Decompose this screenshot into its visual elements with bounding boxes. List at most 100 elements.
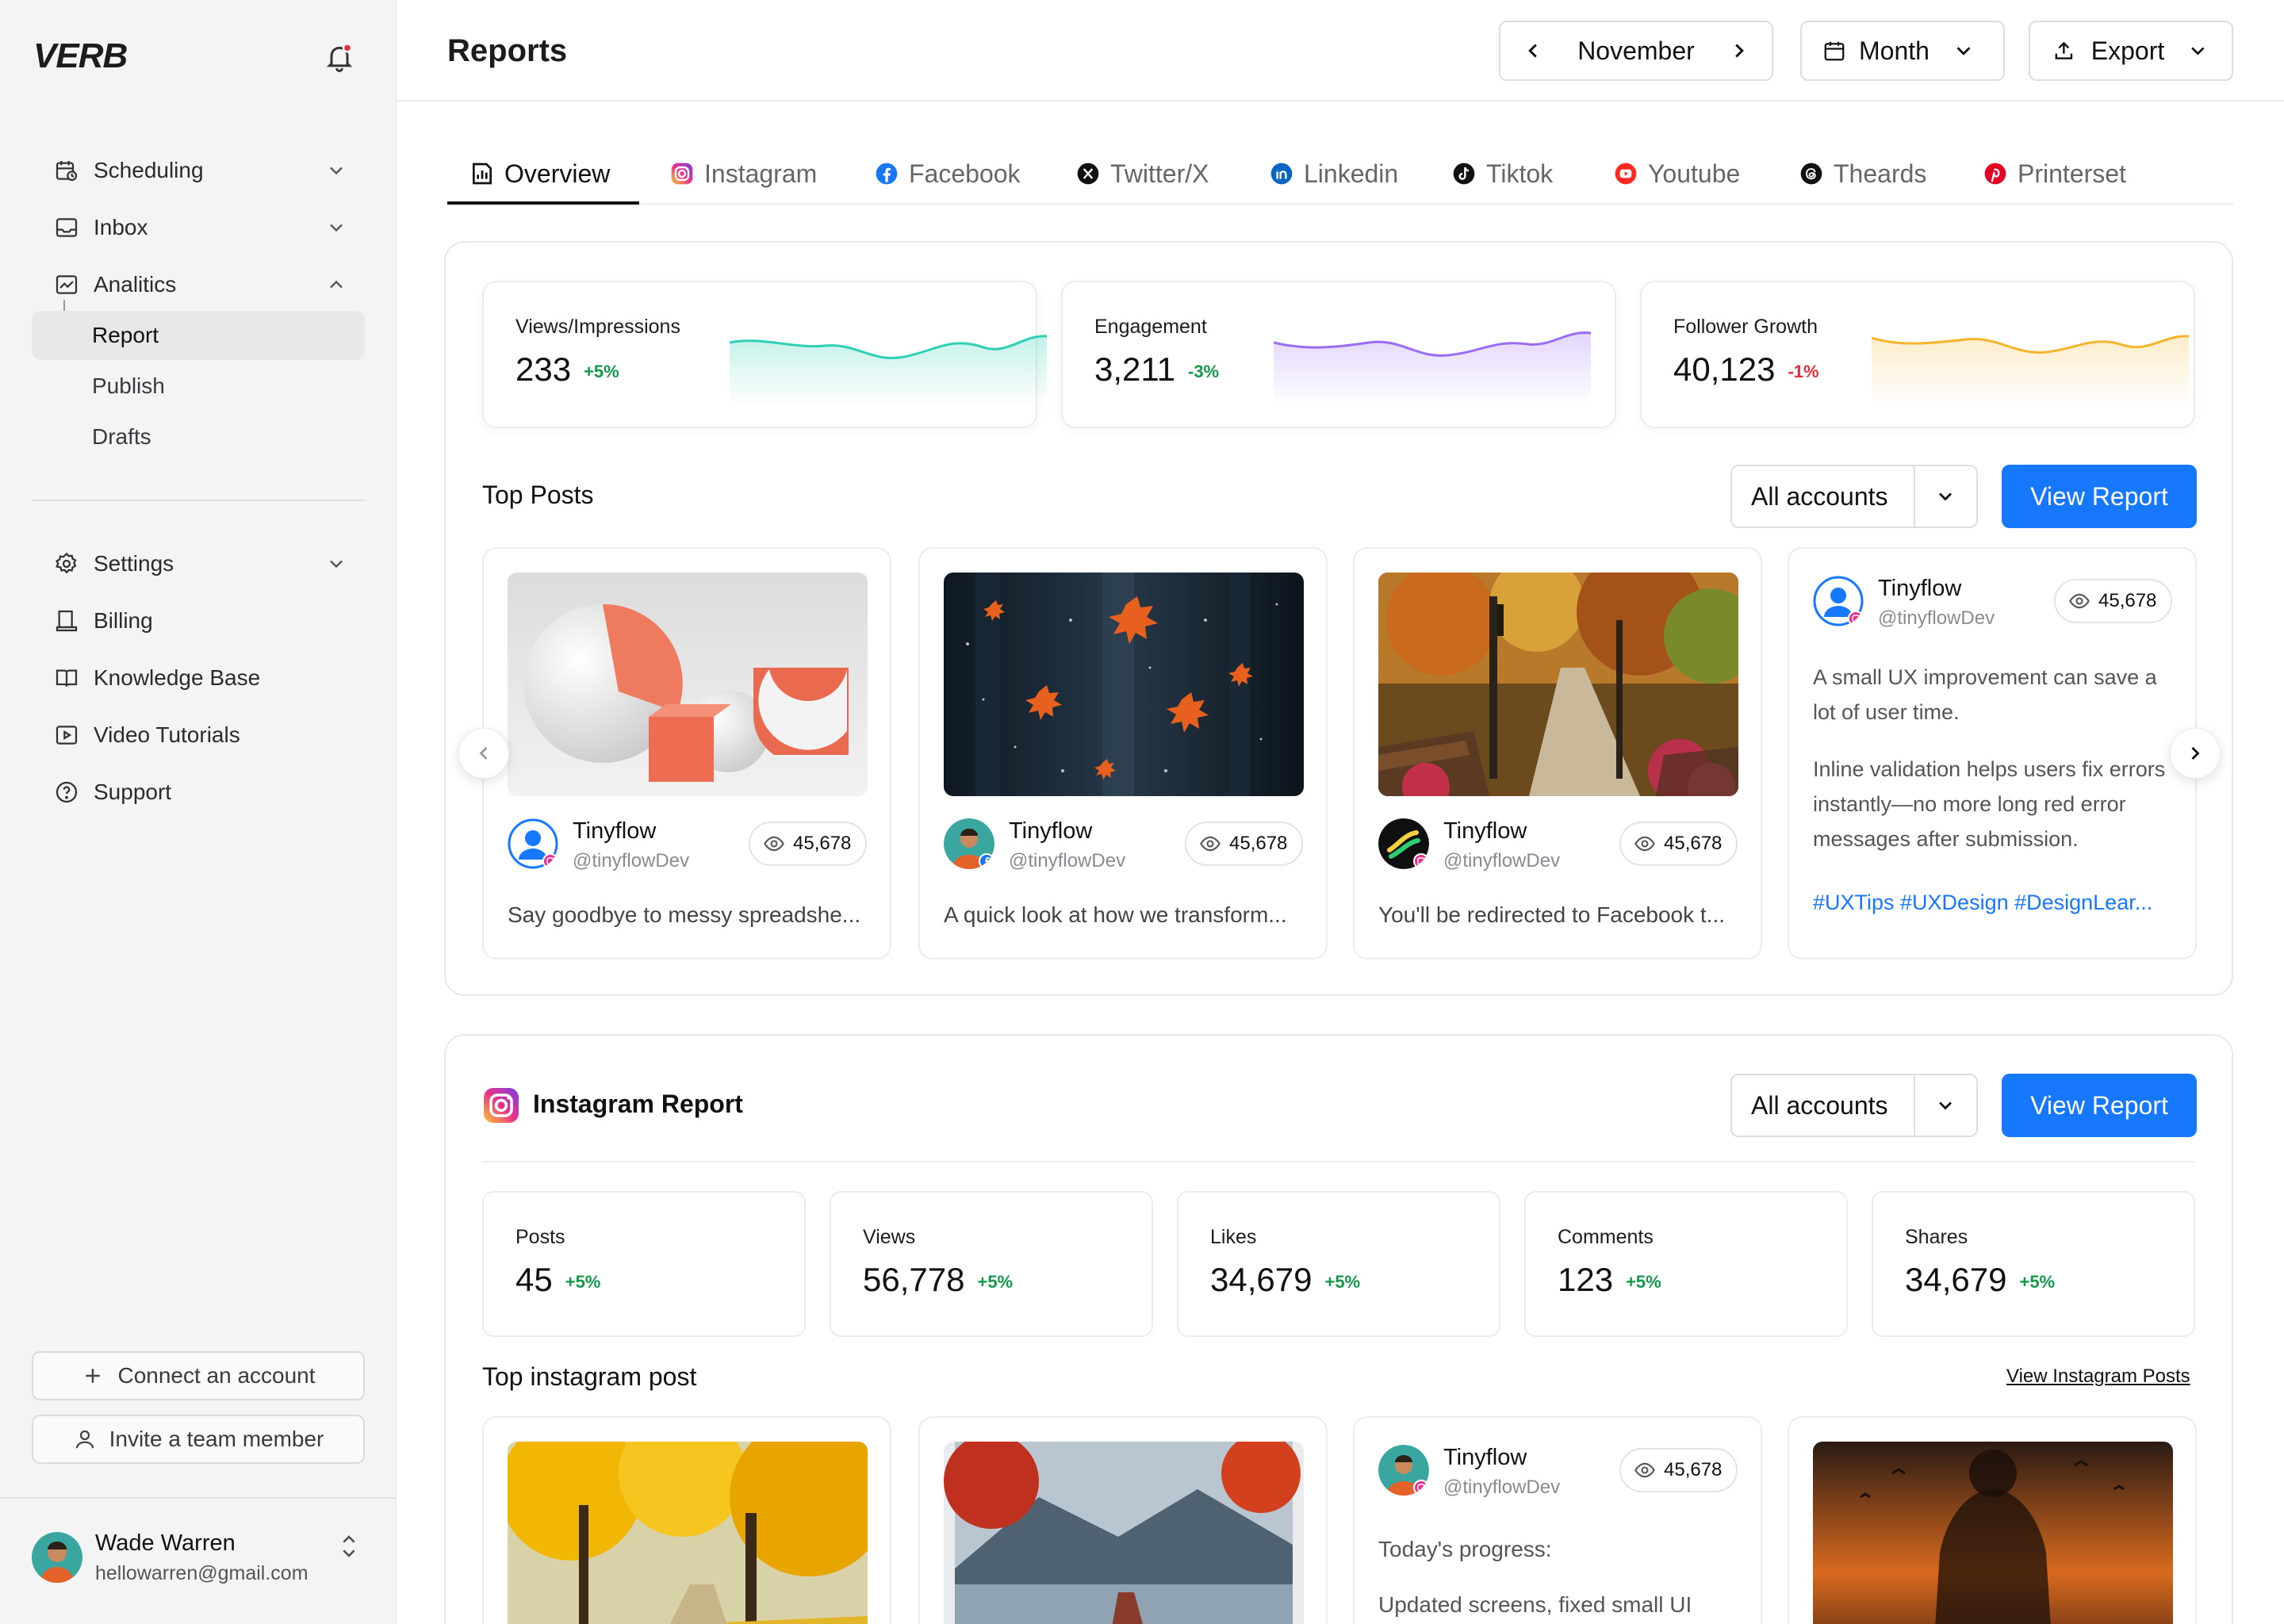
chevron-right-icon[interactable] xyxy=(1727,39,1751,63)
active-tab-indicator xyxy=(447,201,639,205)
views-count-pill: 45,678 xyxy=(1185,822,1304,866)
tab-twitter[interactable]: Twitter/X xyxy=(1075,143,1209,205)
sidebar-sub-report[interactable]: Report xyxy=(32,311,365,360)
views-count: 45,678 xyxy=(1229,833,1288,854)
sidebar-item-label: Scheduling xyxy=(94,158,204,182)
sidebar-item-support[interactable]: Support xyxy=(32,768,365,817)
stat-label: Comments xyxy=(1558,1226,1654,1248)
invite-member-button[interactable]: Invite a team member xyxy=(32,1415,365,1464)
stat-delta: -1% xyxy=(1788,361,1819,381)
sidebar-item-billing[interactable]: Billing xyxy=(32,596,365,645)
help-circle-icon xyxy=(56,781,78,803)
post-handle: @tinyflowDev xyxy=(1009,850,1126,871)
tab-instagram[interactable]: Instagram xyxy=(669,143,817,205)
chart-icon xyxy=(473,163,492,185)
platform-tabs: Overview Instagram Facebook Twitter/X Li… xyxy=(447,143,2233,205)
sidebar-item-inbox[interactable]: Inbox xyxy=(32,203,365,252)
post-image-3d-shapes xyxy=(508,573,868,796)
views-count-pill: 45,678 xyxy=(2054,579,2173,623)
stat-value: 40,123 -1% xyxy=(1673,350,1819,388)
post-author: Tinyflow xyxy=(1878,576,1962,601)
views-count: 45,678 xyxy=(793,833,852,854)
stat-card-posts: Posts 45 +5% xyxy=(482,1191,806,1337)
view-report-button[interactable]: View Report xyxy=(2002,1074,2197,1137)
post-handle: @tinyflowDev xyxy=(1443,1477,1561,1498)
app-logo[interactable]: VERB xyxy=(33,36,128,76)
stat-card-comments: Comments 123 +5% xyxy=(1524,1191,1848,1337)
tab-label: Twitter/X xyxy=(1110,159,1209,188)
tab-threads[interactable]: Theards xyxy=(1799,143,1926,205)
stat-value: 3,211 -3% xyxy=(1094,350,1220,388)
tab-pinterest[interactable]: Printerset xyxy=(1983,143,2126,205)
analytics-chart-icon xyxy=(56,275,78,294)
chevron-down-icon xyxy=(1939,1101,1953,1110)
sidebar-item-video-tutorials[interactable]: Video Tutorials xyxy=(32,710,365,760)
avatar xyxy=(1378,1445,1429,1496)
sidebar-item-knowledge-base[interactable]: Knowledge Base xyxy=(32,653,365,703)
account-filter-label: All accounts xyxy=(1751,481,1888,511)
view-report-button[interactable]: View Report xyxy=(2002,465,2197,528)
tab-overview[interactable]: Overview xyxy=(469,143,610,205)
sidebar-item-label: Knowledge Base xyxy=(94,665,261,690)
tab-linkedin[interactable]: Linkedin xyxy=(1269,143,1398,205)
chevron-left-icon[interactable] xyxy=(1521,39,1545,63)
avatar xyxy=(1378,818,1429,869)
notification-bell-icon[interactable] xyxy=(324,41,355,73)
period-select[interactable]: Month xyxy=(1800,21,2005,81)
views-count-pill: 45,678 xyxy=(1619,1448,1738,1492)
post-card[interactable]: Tinyflow @tinyflowDev 45,678 Say goodbye… xyxy=(482,547,891,959)
x-icon xyxy=(1077,163,1099,185)
post-card[interactable]: Tinyflow @tinyflowDev 45,678 A quick loo… xyxy=(918,547,1328,959)
instagram-icon xyxy=(671,163,693,185)
sidebar-sub-drafts[interactable]: Drafts xyxy=(32,412,365,462)
tab-youtube[interactable]: Youtube xyxy=(1613,143,1740,205)
post-body-text: Inline validation helps users fix errors… xyxy=(1813,757,2166,851)
month-navigator: November xyxy=(1499,21,1773,81)
stat-delta: +5% xyxy=(1626,1271,1661,1292)
post-handle: @tinyflowDev xyxy=(1443,850,1561,871)
sidebar-divider xyxy=(32,500,365,501)
stat-card-engagement: Engagement 3,211 -3% xyxy=(1061,281,1616,428)
account-filter-select[interactable]: All accounts xyxy=(1730,1074,1978,1137)
avatar xyxy=(944,818,994,869)
avatar xyxy=(508,818,558,869)
stat-label: Views xyxy=(863,1226,916,1248)
stat-card-likes: Likes 34,679 +5% xyxy=(1177,1191,1500,1337)
sidebar-item-analytics[interactable]: Analitics xyxy=(32,260,365,309)
post-body-text: Today's progress: xyxy=(1378,1537,1552,1561)
instagram-post-card-text[interactable]: Tinyflow @tinyflowDev 45,678 Today's pro… xyxy=(1353,1416,1762,1624)
post-handle: @tinyflowDev xyxy=(573,850,690,871)
instagram-post-card[interactable] xyxy=(482,1416,891,1624)
eye-icon xyxy=(1200,836,1221,852)
export-button[interactable]: Export xyxy=(2029,21,2233,81)
post-card[interactable]: Tinyflow @tinyflowDev 45,678 You'll be r… xyxy=(1353,547,1762,959)
avatar[interactable] xyxy=(32,1532,82,1583)
stat-label: Views/Impressions xyxy=(515,316,680,338)
sidebar-sub-publish[interactable]: Publish xyxy=(32,362,365,411)
post-caption: Say goodbye to messy spreadshe... xyxy=(508,902,861,927)
account-filter-select[interactable]: All accounts xyxy=(1730,465,1978,528)
stat-delta: +5% xyxy=(2019,1271,2056,1292)
sidebar-item-label: Support xyxy=(94,779,172,804)
view-instagram-posts-link[interactable]: View Instagram Posts xyxy=(2006,1365,2190,1388)
tab-facebook[interactable]: Facebook xyxy=(874,143,1021,205)
post-card-text[interactable]: Tinyflow @tinyflowDev 45,678 A small UX … xyxy=(1788,547,2197,959)
carousel-prev-button[interactable] xyxy=(458,728,509,779)
sidebar-item-scheduling[interactable]: Scheduling xyxy=(32,146,365,195)
top-instagram-post-title: Top instagram post xyxy=(482,1362,697,1391)
instagram-post-card[interactable] xyxy=(1788,1416,2197,1624)
stat-label: Shares xyxy=(1905,1226,1968,1248)
invite-member-label: Invite a team member xyxy=(109,1427,324,1451)
sidebar-item-settings[interactable]: Settings xyxy=(32,539,365,588)
instagram-post-card[interactable] xyxy=(918,1416,1328,1624)
receipt-icon xyxy=(56,610,78,632)
tab-tiktok[interactable]: Tiktok xyxy=(1451,143,1553,205)
chevron-updown-icon[interactable] xyxy=(336,1530,362,1562)
play-square-icon xyxy=(56,726,78,745)
carousel-next-button[interactable] xyxy=(2170,728,2221,779)
month-label: November xyxy=(1577,36,1695,65)
book-icon xyxy=(56,669,78,687)
post-hashtags[interactable]: #UXTips #UXDesign #DesignLear... xyxy=(1813,885,2186,920)
gear-icon xyxy=(55,552,77,574)
connect-account-button[interactable]: Connect an account xyxy=(32,1351,365,1400)
